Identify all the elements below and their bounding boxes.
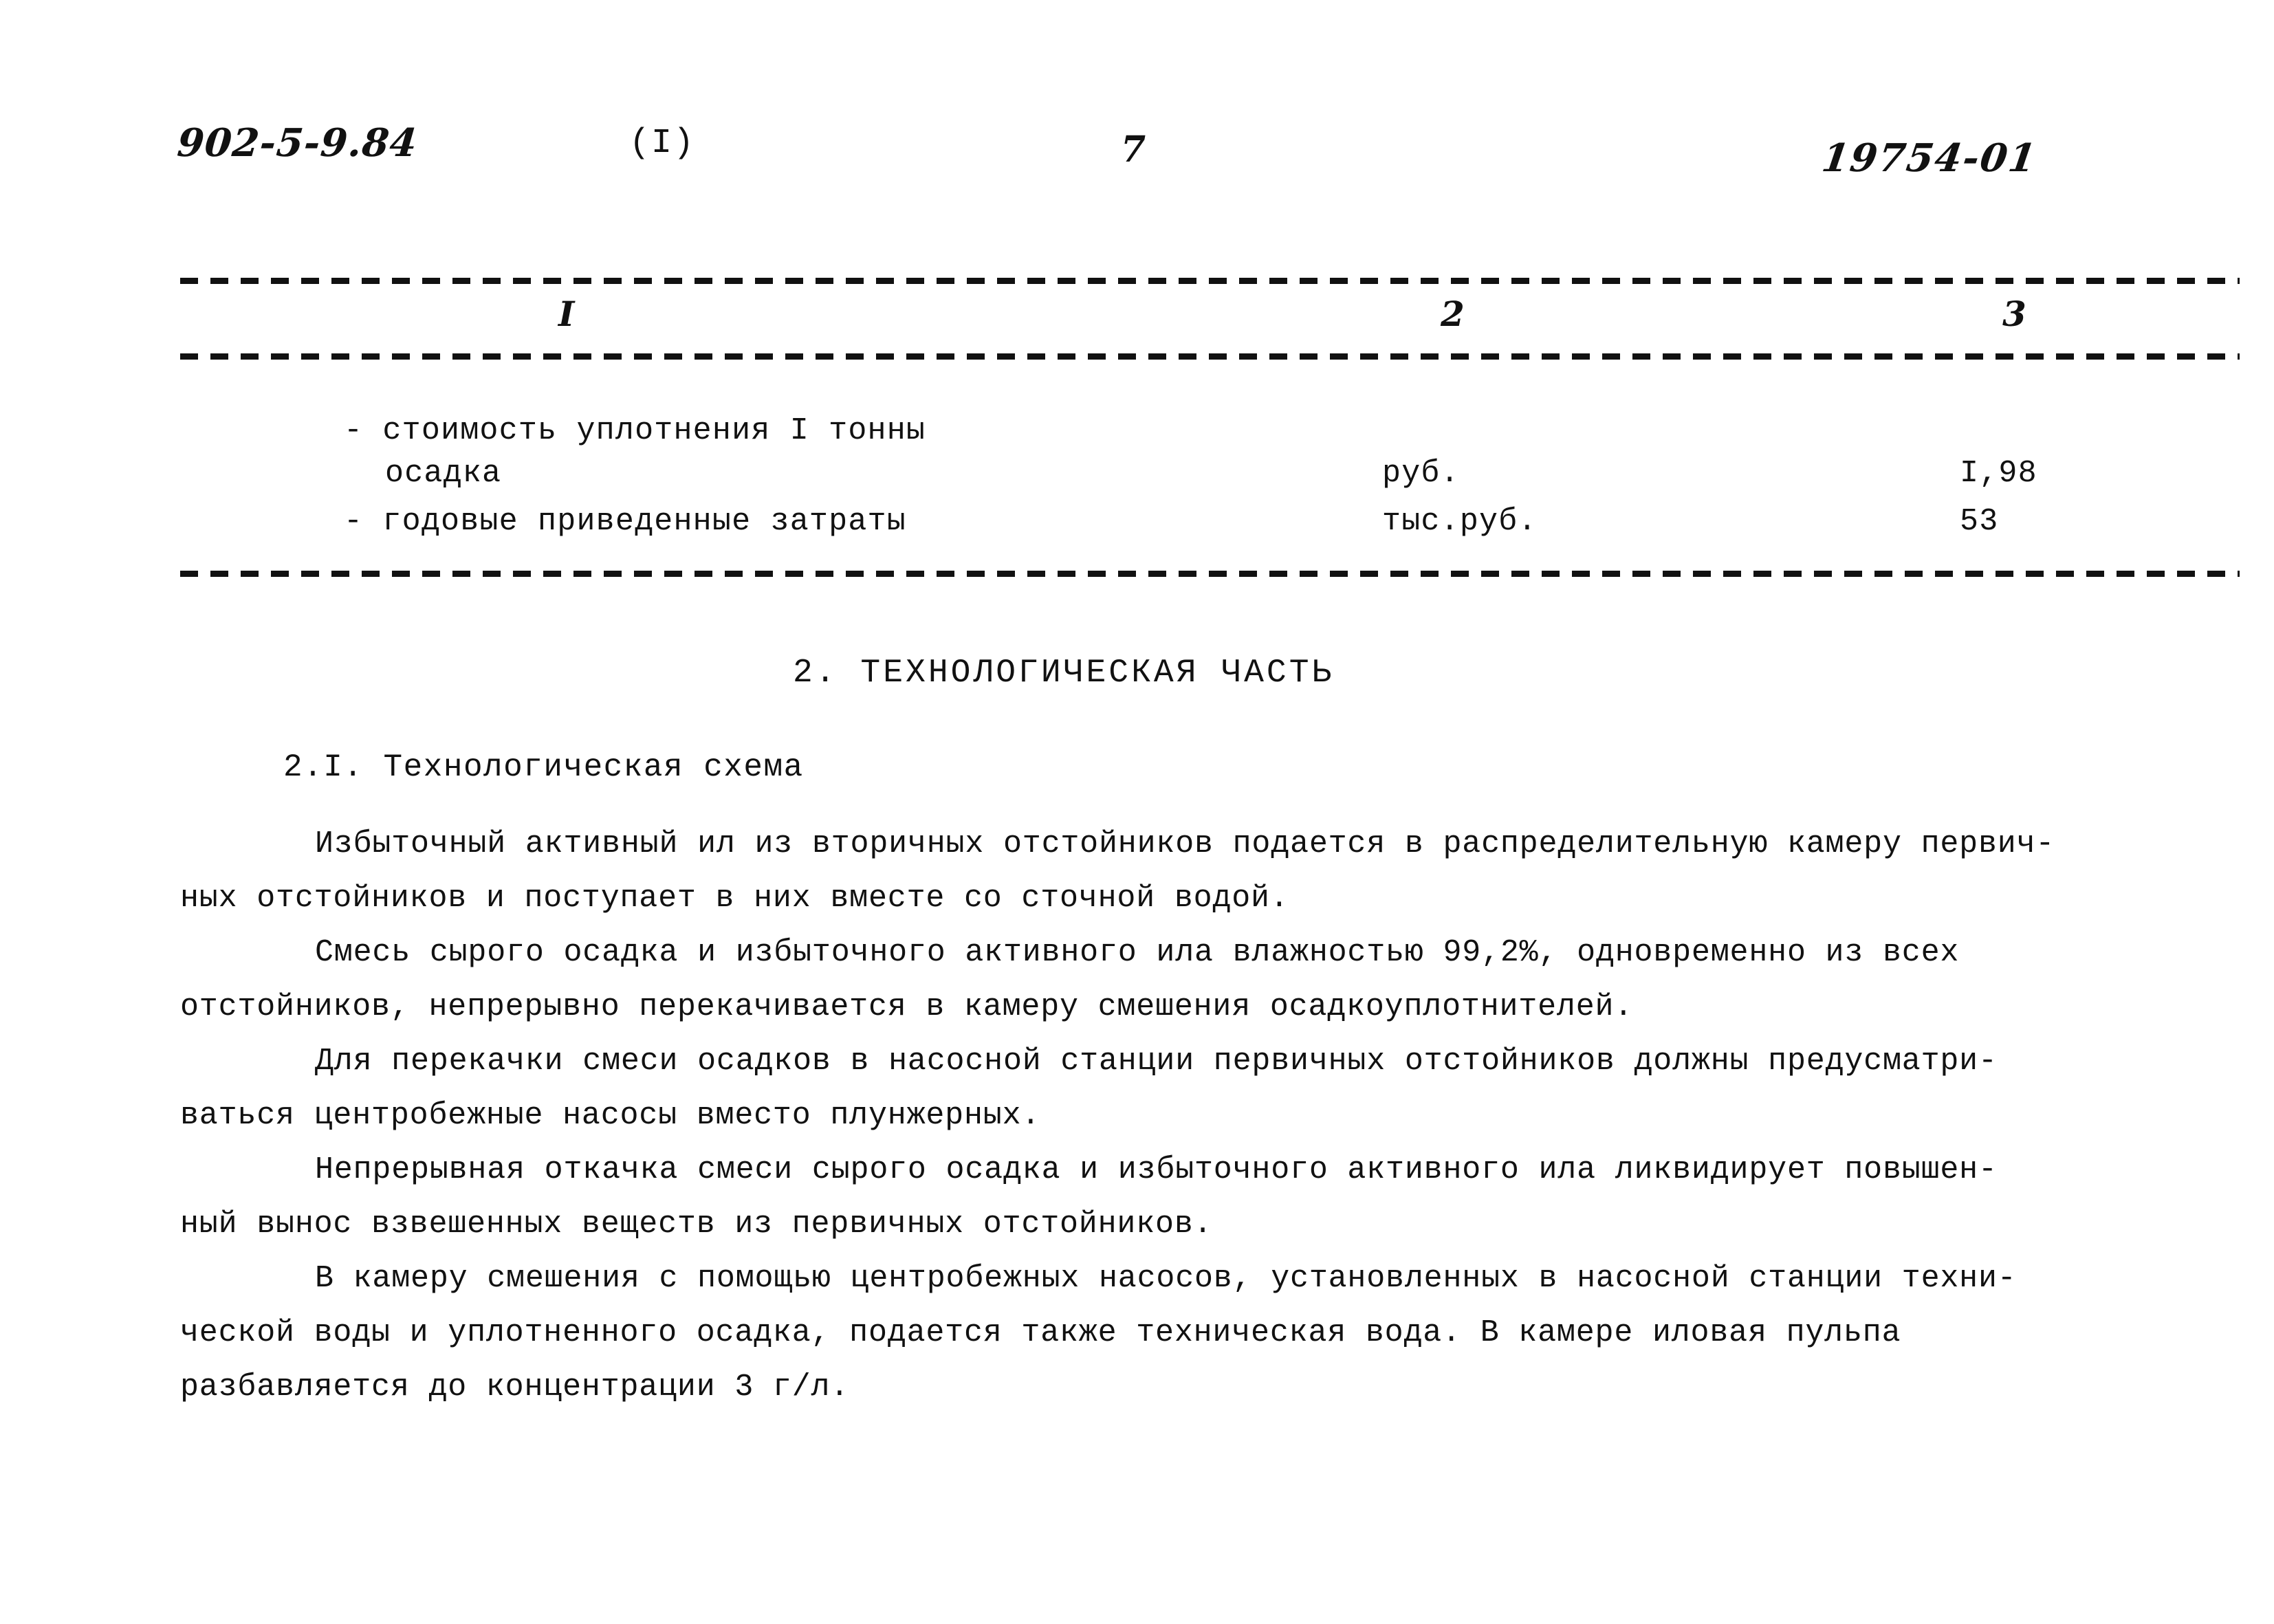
body-text: Избыточный активный ил из вторичных отст…: [180, 817, 2243, 1414]
text-line: Смесь сырого осадка и избыточного активн…: [315, 935, 1960, 970]
text-line: разбавляется до концентрации 3 г/л.: [180, 1370, 850, 1405]
table-rule-bottom: [180, 571, 2240, 577]
column-number-1: I: [558, 294, 575, 334]
text-line: ный вынос взвешенных веществ из первичны…: [180, 1207, 1213, 1242]
paragraph: Избыточный активный ил из вторичных отст…: [180, 817, 2243, 925]
text-line: отстойников, непрерывно перекачивается в…: [180, 989, 1634, 1024]
table-cell-value: I,98: [1960, 456, 2037, 491]
paragraph: Непрерывная откачка смеси сырого осадка …: [180, 1143, 2243, 1251]
document-header: 902-5-9.84 (I) 7 19754-01: [0, 117, 2274, 193]
text-line: Для перекачки смеси осадков в насосной с…: [315, 1044, 1998, 1079]
table-rule-middle: [180, 353, 2240, 360]
text-line: В камеру смешения с помощью центробежных…: [315, 1261, 2017, 1296]
section-heading: 2. ТЕХНОЛОГИЧЕСКАЯ ЧАСТЬ: [793, 655, 1335, 692]
table-cell-value: 53: [1960, 504, 1999, 539]
text-line: Непрерывная откачка смеси сырого осадка …: [315, 1152, 1998, 1187]
table-cell-unit: руб.: [1382, 456, 1460, 491]
table-row: - стоимость уплотнения I тонны: [344, 413, 926, 448]
column-number-2: 2: [1441, 294, 1465, 334]
table-row: - годовые приведенные затраты: [344, 504, 906, 539]
page-number: 7: [1121, 129, 1146, 171]
paragraph: В камеру смешения с помощью центробежных…: [180, 1251, 2243, 1414]
table-rule-top: [180, 278, 2240, 284]
table-cell-unit: тыс.руб.: [1382, 504, 1538, 539]
text-line: ных отстойников и поступает в них вместе…: [180, 881, 1289, 916]
column-number-3: 3: [2002, 294, 2026, 334]
archive-code: 19754-01: [1819, 135, 2040, 181]
document-code: 902-5-9.84: [175, 120, 419, 166]
paragraph: Для перекачки смеси осадков в насосной с…: [180, 1034, 2243, 1143]
part-marker: (I): [629, 124, 696, 163]
text-line: Избыточный активный ил из вторичных отст…: [315, 826, 2055, 862]
paragraph: Смесь сырого осадка и избыточного активн…: [180, 925, 2243, 1034]
document-page: 902-5-9.84 (I) 7 19754-01 I 2 3 - стоимо…: [0, 0, 2274, 1624]
text-line: ваться центробежные насосы вместо плунже…: [180, 1098, 1041, 1133]
table-row-continuation: осадка: [385, 456, 502, 491]
text-line: ческой воды и уплотненного осадка, подае…: [180, 1315, 1901, 1350]
subsection-heading: 2.I. Технологическая схема: [283, 749, 804, 785]
